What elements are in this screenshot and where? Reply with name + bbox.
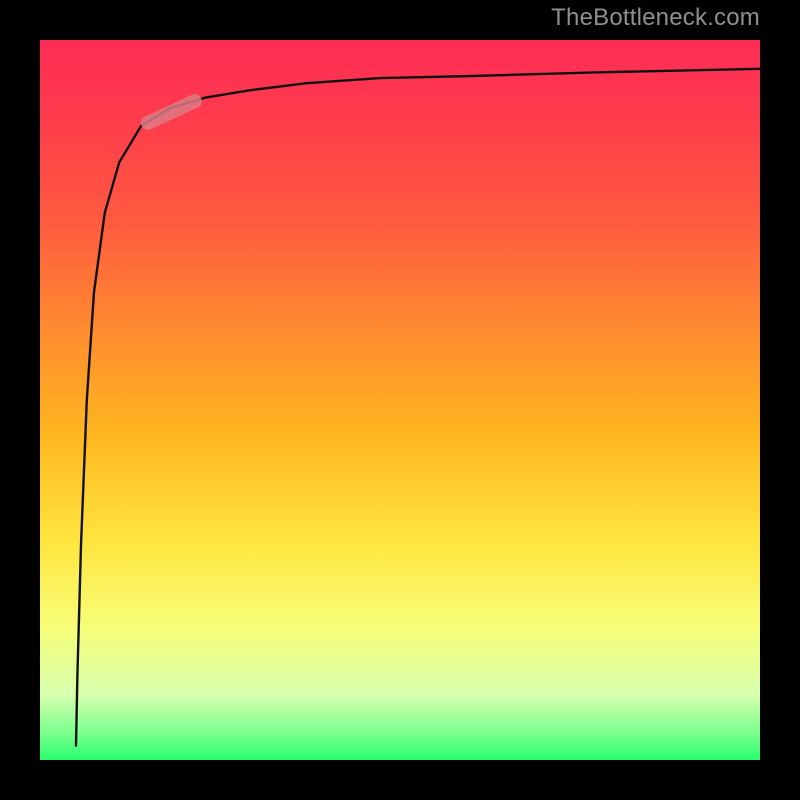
chart-container: TheBottleneck.com [0, 0, 800, 800]
highlight-segment [148, 101, 195, 123]
plot-area [40, 40, 760, 760]
curve-line [76, 69, 760, 746]
watermark-text: TheBottleneck.com [551, 4, 760, 32]
plot-svg [40, 40, 760, 760]
